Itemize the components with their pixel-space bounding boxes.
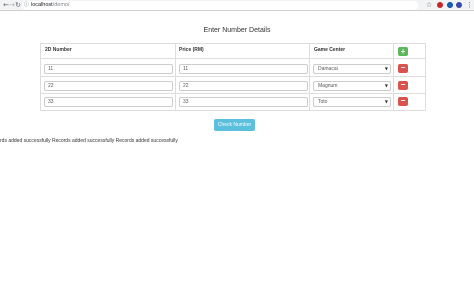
info-icon[interactable]: ⓘ [24,1,29,10]
game-center-value: Magnum [318,83,338,89]
number-input[interactable]: 33 [44,97,173,107]
column-header-price: Price (RM) [179,47,204,53]
page-title: Enter Number Details [203,27,271,34]
reload-icon[interactable]: ↻ [14,1,22,9]
remove-row-button[interactable]: − [398,97,408,106]
extension-icon[interactable] [447,2,453,8]
table-divider [40,43,41,111]
price-input[interactable]: 33 [179,97,308,107]
table-divider [40,76,426,77]
check-number-button[interactable]: Check Number [214,119,255,131]
table-divider [309,43,310,111]
extension-icon[interactable] [456,2,462,8]
table-divider [425,43,426,111]
number-input[interactable]: 22 [44,81,173,91]
table-divider [175,43,176,111]
add-row-button[interactable]: + [398,47,408,56]
table-divider [40,43,426,44]
table-divider [40,110,426,111]
table-divider [40,93,426,94]
table-divider [393,43,394,111]
url-path: /demo/ [52,2,70,8]
status-message: rds added successfully Records added suc… [0,138,178,144]
url-host: localhost [31,2,53,8]
game-center-value: Damacai [318,66,338,72]
game-center-value: Toto [318,99,328,105]
bookmark-star-icon[interactable]: ☆ [426,0,432,10]
kebab-menu-icon[interactable]: ⋮ [466,0,473,10]
column-header-number: 2D Number [45,47,72,53]
chevron-down-icon: ▼ [384,83,388,88]
game-center-select[interactable]: Toto ▼ [313,97,391,107]
chevron-down-icon: ▼ [384,99,388,104]
chevron-down-icon: ▼ [384,66,388,71]
table-divider [40,58,426,59]
game-center-select[interactable]: Damacai ▼ [313,64,391,74]
price-input[interactable]: 22 [179,81,308,91]
remove-row-button[interactable]: − [398,81,408,90]
remove-row-button[interactable]: − [398,64,408,73]
extension-icon[interactable] [437,2,443,8]
game-center-select[interactable]: Magnum ▼ [313,81,391,91]
address-bar[interactable]: ⓘ localhost/demo/ [22,1,418,10]
browser-toolbar: ← → ↻ ⓘ localhost/demo/ ☆ ⋮ [0,0,474,11]
number-input[interactable]: 11 [44,64,173,74]
price-input[interactable]: 11 [179,64,308,74]
column-header-game-center: Game Center [314,47,346,53]
